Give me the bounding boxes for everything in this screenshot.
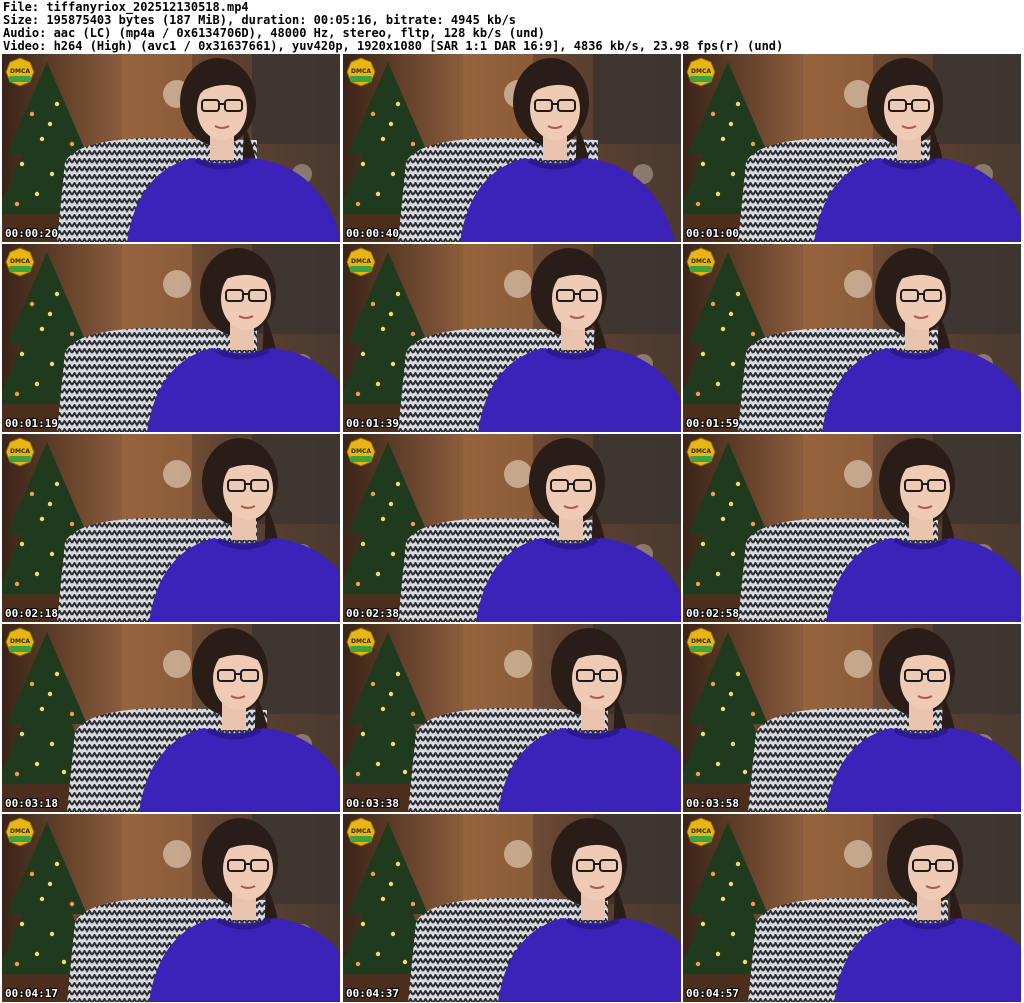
timestamp-label: 00:03:38 <box>346 797 399 810</box>
frame-image: DMCA <box>2 814 340 1002</box>
frame-image: DMCA <box>683 54 1021 242</box>
dmca-badge-icon: DMCA <box>346 627 376 657</box>
dmca-badge-icon: DMCA <box>346 437 376 467</box>
timestamp-label: 00:02:58 <box>686 607 739 620</box>
svg-text:DMCA: DMCA <box>691 448 711 455</box>
frame-image: DMCA <box>343 434 681 622</box>
video-line: Video: h264 (High) (avc1 / 0x31637661), … <box>3 39 784 53</box>
timestamp-label: 00:00:40 <box>346 227 399 240</box>
svg-text:DMCA: DMCA <box>351 448 371 455</box>
svg-text:DMCA: DMCA <box>10 68 30 75</box>
timestamp-label: 00:02:18 <box>5 607 58 620</box>
video-thumbnail: DMCA 00:04:37 <box>343 814 681 1002</box>
timestamp-label: 00:00:20 <box>5 227 58 240</box>
dmca-badge-icon: DMCA <box>5 247 35 277</box>
timestamp-label: 00:04:57 <box>686 987 739 1000</box>
dmca-badge-icon: DMCA <box>5 627 35 657</box>
dmca-badge-icon: DMCA <box>686 247 716 277</box>
frame-image: DMCA <box>343 814 681 1002</box>
frame-image: DMCA <box>2 434 340 622</box>
svg-text:DMCA: DMCA <box>351 258 371 265</box>
timestamp-label: 00:03:18 <box>5 797 58 810</box>
timestamp-label: 00:02:38 <box>346 607 399 620</box>
frame-image: DMCA <box>683 434 1021 622</box>
dmca-badge-icon: DMCA <box>686 437 716 467</box>
video-thumbnail: DMCA 00:00:20 <box>2 54 340 242</box>
frame-image: DMCA <box>683 814 1021 1002</box>
video-thumbnail: DMCA 00:01:59 <box>683 244 1021 432</box>
timestamp-label: 00:03:58 <box>686 797 739 810</box>
svg-text:DMCA: DMCA <box>10 258 30 265</box>
video-thumbnail: DMCA 00:00:40 <box>343 54 681 242</box>
dmca-badge-icon: DMCA <box>346 57 376 87</box>
svg-text:DMCA: DMCA <box>10 638 30 645</box>
dmca-badge-icon: DMCA <box>5 437 35 467</box>
svg-text:DMCA: DMCA <box>351 828 371 835</box>
dmca-badge-icon: DMCA <box>346 817 376 847</box>
dmca-badge-icon: DMCA <box>686 57 716 87</box>
video-thumbnail: DMCA 00:02:38 <box>343 434 681 622</box>
video-thumbnail: DMCA 00:01:00 <box>683 54 1021 242</box>
frame-image: DMCA <box>343 244 681 432</box>
dmca-badge-icon: DMCA <box>346 247 376 277</box>
video-thumbnail: DMCA 00:03:58 <box>683 624 1021 812</box>
frame-image: DMCA <box>2 54 340 242</box>
frame-image: DMCA <box>2 244 340 432</box>
frame-image: DMCA <box>683 244 1021 432</box>
frame-image: DMCA <box>343 624 681 812</box>
timestamp-label: 00:04:37 <box>346 987 399 1000</box>
video-thumbnail: DMCA 00:04:17 <box>2 814 340 1002</box>
svg-text:DMCA: DMCA <box>351 68 371 75</box>
svg-text:DMCA: DMCA <box>691 68 711 75</box>
frame-image: DMCA <box>683 624 1021 812</box>
timestamp-label: 00:04:17 <box>5 987 58 1000</box>
svg-text:DMCA: DMCA <box>351 638 371 645</box>
timestamp-label: 00:01:19 <box>5 417 58 430</box>
svg-text:DMCA: DMCA <box>691 258 711 265</box>
video-thumbnail: DMCA 00:01:39 <box>343 244 681 432</box>
dmca-badge-icon: DMCA <box>5 57 35 87</box>
video-thumbnail: DMCA 00:03:18 <box>2 624 340 812</box>
file-info-header: File: tiffanyriox_202512130518.mp4 Size:… <box>0 0 1024 53</box>
timestamp-label: 00:01:39 <box>346 417 399 430</box>
timestamp-label: 00:01:59 <box>686 417 739 430</box>
video-thumbnail: DMCA 00:03:38 <box>343 624 681 812</box>
timestamp-label: 00:01:00 <box>686 227 739 240</box>
dmca-badge-icon: DMCA <box>5 817 35 847</box>
video-thumbnail: DMCA 00:04:57 <box>683 814 1021 1002</box>
frame-image: DMCA <box>2 624 340 812</box>
video-thumbnail: DMCA 00:01:19 <box>2 244 340 432</box>
dmca-badge-icon: DMCA <box>686 627 716 657</box>
video-thumbnail: DMCA 00:02:18 <box>2 434 340 622</box>
video-thumbnail: DMCA 00:02:58 <box>683 434 1021 622</box>
svg-text:DMCA: DMCA <box>10 828 30 835</box>
svg-text:DMCA: DMCA <box>691 638 711 645</box>
svg-text:DMCA: DMCA <box>10 448 30 455</box>
frame-image: DMCA <box>343 54 681 242</box>
dmca-badge-icon: DMCA <box>686 817 716 847</box>
svg-text:DMCA: DMCA <box>691 828 711 835</box>
